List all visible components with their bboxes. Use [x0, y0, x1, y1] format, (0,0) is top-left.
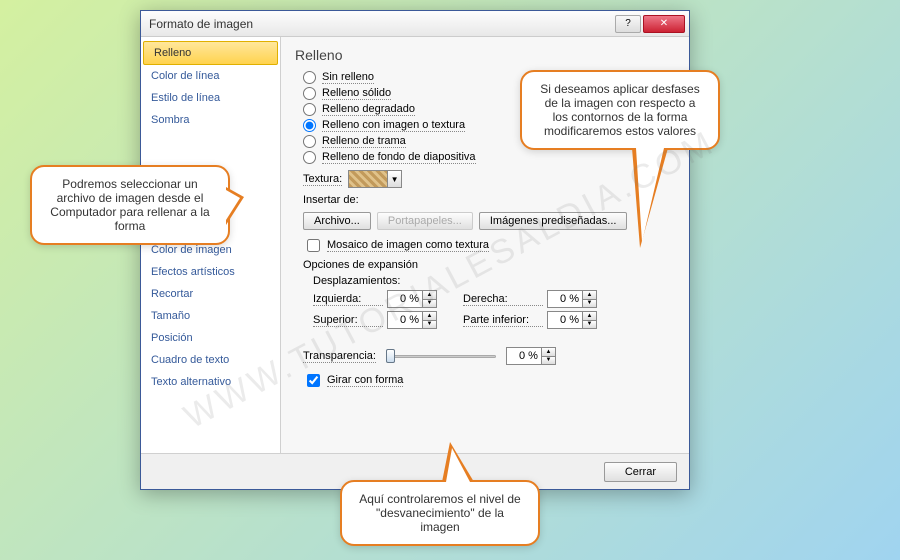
offsets-label: Desplazamientos: — [313, 275, 675, 287]
radio-slide-bg-input[interactable] — [303, 151, 316, 164]
spin-up-icon[interactable]: ▲ — [423, 291, 436, 300]
rotate-check-label: Girar con forma — [327, 374, 403, 387]
offset-bottom-label: Parte inferior: — [463, 314, 543, 327]
titlebar[interactable]: Formato de imagen ? ✕ — [141, 11, 689, 37]
sidebar-item-posicion[interactable]: Posición — [141, 327, 280, 349]
clipboard-button: Portapapeles... — [377, 212, 473, 230]
callout-transparency: Aquí controlaremos el nivel de "desvanec… — [340, 480, 540, 546]
sidebar-item-color-linea[interactable]: Color de línea — [141, 65, 280, 87]
offset-left-spinner[interactable]: ▲▼ — [387, 290, 437, 308]
callout-transparency-text: Aquí controlaremos el nivel de "desvanec… — [359, 492, 520, 534]
transparency-row: Transparencia: ▲▼ — [303, 347, 675, 365]
offset-row-2: Superior: ▲▼ Parte inferior: ▲▼ — [313, 311, 675, 329]
close-window-button[interactable]: ✕ — [643, 15, 685, 33]
radio-picture-input[interactable] — [303, 119, 316, 132]
spin-down-icon[interactable]: ▼ — [542, 357, 555, 365]
offset-bottom-spinner[interactable]: ▲▼ — [547, 311, 597, 329]
spin-up-icon[interactable]: ▲ — [423, 312, 436, 321]
offset-right-spinner[interactable]: ▲▼ — [547, 290, 597, 308]
rotate-checkbox[interactable] — [307, 374, 320, 387]
stretch-label: Opciones de expansión — [303, 259, 675, 271]
texture-row: Textura: ▼ — [303, 170, 675, 188]
offset-left-input[interactable] — [388, 291, 422, 307]
panel-heading: Relleno — [295, 47, 675, 63]
spin-up-icon[interactable]: ▲ — [583, 312, 596, 321]
tile-check-label: Mosaico de imagen como textura — [327, 239, 489, 252]
radio-picture-label: Relleno con imagen o textura — [322, 119, 465, 132]
offset-left-label: Izquierda: — [313, 293, 383, 306]
tile-checkbox[interactable] — [307, 239, 320, 252]
file-button[interactable]: Archivo... — [303, 212, 371, 230]
sidebar-item-efectos[interactable]: Efectos artísticos — [141, 261, 280, 283]
insert-buttons-row: Archivo... Portapapeles... Imágenes pred… — [303, 212, 675, 230]
texture-swatch[interactable] — [348, 170, 388, 188]
offset-bottom-input[interactable] — [548, 312, 582, 328]
callout-file-text: Podremos seleccionar un archivo de image… — [50, 177, 209, 233]
sidebar-item-estilo-linea[interactable]: Estilo de línea — [141, 87, 280, 109]
slider-track — [386, 355, 496, 358]
radio-pattern-input[interactable] — [303, 135, 316, 148]
transparency-label: Transparencia: — [303, 350, 376, 363]
slider-thumb[interactable] — [386, 349, 395, 363]
offset-right-input[interactable] — [548, 291, 582, 307]
insert-from-label: Insertar de: — [303, 194, 675, 206]
radio-gradient-input[interactable] — [303, 103, 316, 116]
radio-slide-bg[interactable]: Relleno de fondo de diapositiva — [303, 151, 675, 164]
close-button[interactable]: Cerrar — [604, 462, 677, 482]
offset-top-input[interactable] — [388, 312, 422, 328]
transparency-slider[interactable] — [386, 348, 496, 364]
radio-solid-input[interactable] — [303, 87, 316, 100]
radio-pattern-label: Relleno de trama — [322, 135, 406, 148]
clipart-button[interactable]: Imágenes prediseñadas... — [479, 212, 628, 230]
callout-offsets: Si deseamos aplicar desfases de la image… — [520, 70, 720, 150]
sidebar-item-texto-alt[interactable]: Texto alternativo — [141, 371, 280, 393]
radio-gradient-label: Relleno degradado — [322, 103, 415, 116]
spin-down-icon[interactable]: ▼ — [423, 321, 436, 329]
offset-row-1: Izquierda: ▲▼ Derecha: ▲▼ — [313, 290, 675, 308]
offset-right-label: Derecha: — [463, 293, 543, 306]
texture-dropdown-icon[interactable]: ▼ — [388, 170, 402, 188]
sidebar-item-relleno[interactable]: Relleno — [143, 41, 278, 65]
radio-solid-label: Relleno sólido — [322, 87, 391, 100]
callout-tail-icon — [442, 442, 474, 482]
help-button[interactable]: ? — [615, 15, 641, 33]
radio-slide-bg-label: Relleno de fondo de diapositiva — [322, 151, 476, 164]
spin-up-icon[interactable]: ▲ — [542, 348, 555, 357]
callout-offsets-text: Si deseamos aplicar desfases de la image… — [540, 82, 699, 138]
spin-up-icon[interactable]: ▲ — [583, 291, 596, 300]
texture-label: Textura: — [303, 173, 342, 186]
transparency-input[interactable] — [507, 348, 541, 364]
tile-check-row[interactable]: Mosaico de imagen como textura — [303, 236, 675, 255]
radio-no-fill-label: Sin relleno — [322, 71, 374, 84]
offset-top-label: Superior: — [313, 314, 383, 327]
sidebar-item-recortar[interactable]: Recortar — [141, 283, 280, 305]
rotate-check-row[interactable]: Girar con forma — [303, 371, 675, 390]
offset-top-spinner[interactable]: ▲▼ — [387, 311, 437, 329]
spin-down-icon[interactable]: ▼ — [583, 321, 596, 329]
spin-down-icon[interactable]: ▼ — [423, 300, 436, 308]
radio-no-fill-input[interactable] — [303, 71, 316, 84]
sidebar-item-cuadro-texto[interactable]: Cuadro de texto — [141, 349, 280, 371]
transparency-spinner[interactable]: ▲▼ — [506, 347, 556, 365]
callout-tail-icon — [632, 148, 668, 248]
window-title: Formato de imagen — [149, 17, 613, 31]
callout-file: Podremos seleccionar un archivo de image… — [30, 165, 230, 245]
sidebar-item-tamano[interactable]: Tamaño — [141, 305, 280, 327]
category-sidebar: Relleno Color de línea Estilo de línea S… — [141, 37, 281, 453]
spin-down-icon[interactable]: ▼ — [583, 300, 596, 308]
callout-tail-icon — [226, 187, 244, 225]
sidebar-item-sombra[interactable]: Sombra — [141, 109, 280, 131]
